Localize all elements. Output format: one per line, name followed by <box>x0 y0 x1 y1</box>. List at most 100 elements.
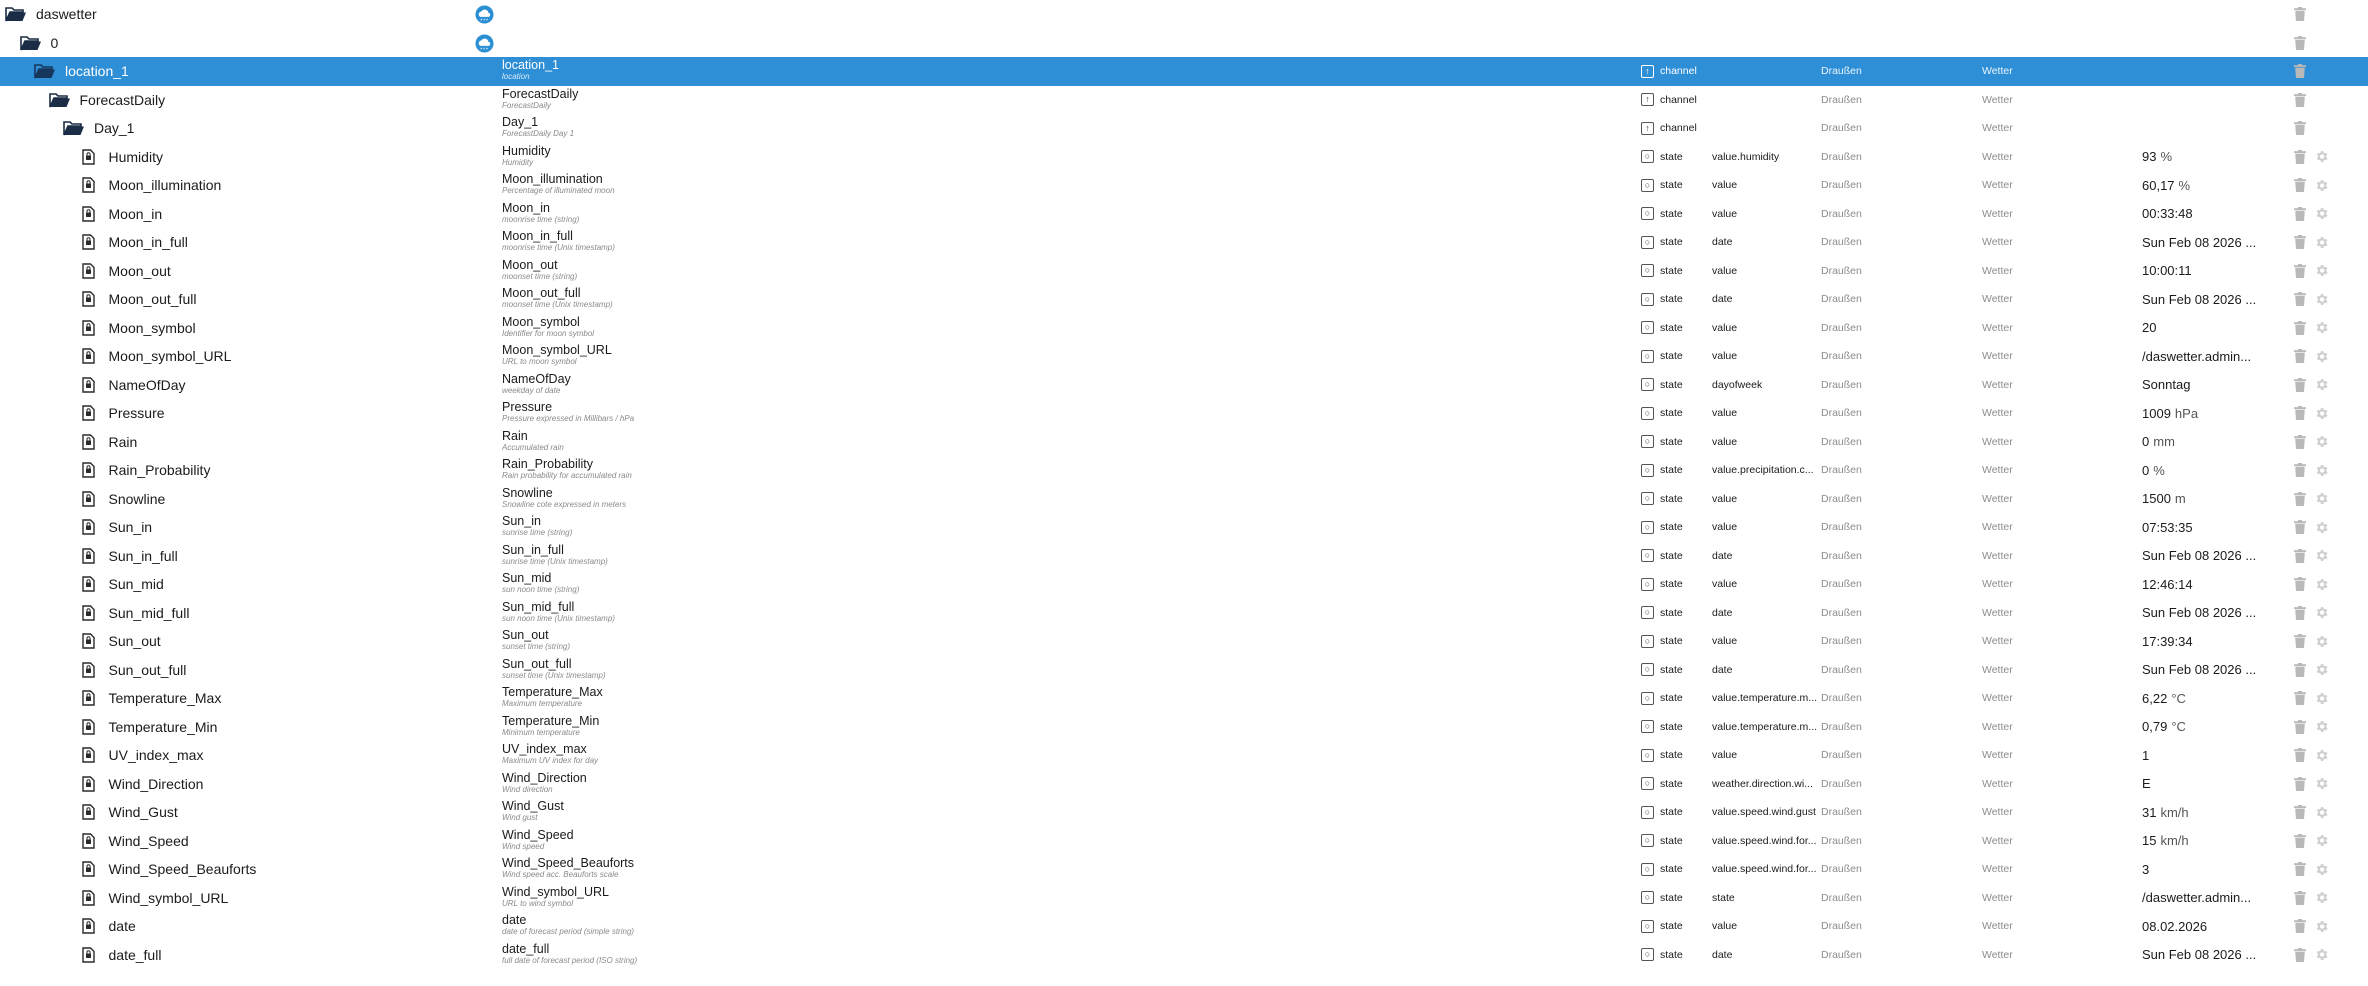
tree-row[interactable]: Pressure Pressure Pressure expressed in … <box>0 399 2368 428</box>
object-function[interactable]: Wetter <box>1982 228 2013 257</box>
delete-icon[interactable] <box>2294 371 2306 400</box>
object-value[interactable]: Sun Feb 08 2026 ... <box>2142 941 2256 970</box>
object-room[interactable]: Draußen <box>1821 143 1862 172</box>
delete-icon[interactable] <box>2294 798 2306 827</box>
gear-icon[interactable] <box>2314 228 2329 257</box>
gear-icon[interactable] <box>2314 656 2329 685</box>
object-value[interactable]: Sun Feb 08 2026 ... <box>2142 599 2256 628</box>
object-room[interactable]: Draußen <box>1821 342 1862 371</box>
folder-open-icon[interactable] <box>19 33 43 53</box>
gear-icon[interactable] <box>2314 428 2329 457</box>
delete-icon[interactable] <box>2294 941 2306 970</box>
object-room[interactable]: Draußen <box>1821 257 1862 286</box>
gear-icon[interactable] <box>2314 941 2329 970</box>
delete-icon[interactable] <box>2294 285 2306 314</box>
object-value[interactable]: E <box>2142 770 2151 799</box>
object-room[interactable]: Draußen <box>1821 741 1862 770</box>
object-function[interactable]: Wetter <box>1982 912 2013 941</box>
object-function[interactable]: Wetter <box>1982 684 2013 713</box>
object-room[interactable]: Draußen <box>1821 200 1862 229</box>
gear-icon[interactable] <box>2314 200 2329 229</box>
object-room[interactable]: Draußen <box>1821 371 1862 400</box>
object-value[interactable]: 08.02.2026 <box>2142 912 2207 941</box>
object-function[interactable]: Wetter <box>1982 627 2013 656</box>
tree-row[interactable]: Sun_in_full Sun_in_full sunrise time (Un… <box>0 541 2368 571</box>
delete-icon[interactable] <box>2294 627 2306 656</box>
gear-icon[interactable] <box>2314 884 2329 913</box>
object-room[interactable]: Draußen <box>1821 827 1862 856</box>
tree-row[interactable]: Sun_mid_full Sun_mid_full sun noon time … <box>0 598 2368 628</box>
gear-icon[interactable] <box>2314 513 2329 542</box>
object-room[interactable]: Draußen <box>1821 57 1862 86</box>
object-function[interactable]: Wetter <box>1982 798 2013 827</box>
object-value[interactable]: 31 km/h <box>2142 798 2189 827</box>
gear-icon[interactable] <box>2314 371 2329 400</box>
object-function[interactable]: Wetter <box>1982 342 2013 371</box>
delete-icon[interactable] <box>2294 684 2306 713</box>
tree-row[interactable]: UV_index_max UV_index_max Maximum UV ind… <box>0 741 2368 770</box>
gear-icon[interactable] <box>2314 542 2329 571</box>
object-function[interactable]: Wetter <box>1982 86 2013 115</box>
delete-icon[interactable] <box>2294 485 2306 514</box>
tree-row[interactable]: Moon_in Moon_in moonrise time (string) ○… <box>0 199 2368 229</box>
object-value[interactable]: 0,79 °C <box>2142 713 2186 742</box>
tree-row[interactable]: Temperature_Min Temperature_Min Minimum … <box>0 712 2368 742</box>
tree-row[interactable]: Wind_Direction Wind_Direction Wind direc… <box>0 769 2368 799</box>
gear-icon[interactable] <box>2314 342 2329 371</box>
tree-row[interactable]: Wind_Speed_Beauforts Wind_Speed_Beaufort… <box>0 855 2368 884</box>
gear-icon[interactable] <box>2314 770 2329 799</box>
object-value[interactable]: /daswetter.admin... <box>2142 342 2251 371</box>
object-value[interactable]: 1500 m <box>2142 485 2186 514</box>
gear-icon[interactable] <box>2314 171 2329 200</box>
tree-row[interactable]: Moon_in_full Moon_in_full moonrise time … <box>0 228 2368 257</box>
delete-icon[interactable] <box>2294 770 2306 799</box>
object-room[interactable]: Draußen <box>1821 656 1862 685</box>
delete-icon[interactable] <box>2294 86 2306 115</box>
object-value[interactable]: Sun Feb 08 2026 ... <box>2142 542 2256 571</box>
object-value[interactable]: 12:46:14 <box>2142 570 2193 599</box>
object-value[interactable]: 17:39:34 <box>2142 627 2193 656</box>
object-value[interactable]: 1 <box>2142 741 2149 770</box>
object-value[interactable]: 3 <box>2142 855 2149 884</box>
delete-icon[interactable] <box>2294 143 2306 172</box>
object-value[interactable]: /daswetter.admin... <box>2142 884 2251 913</box>
delete-icon[interactable] <box>2294 884 2306 913</box>
gear-icon[interactable] <box>2314 456 2329 485</box>
delete-icon[interactable] <box>2294 314 2306 343</box>
gear-icon[interactable] <box>2314 798 2329 827</box>
object-room[interactable]: Draußen <box>1821 485 1862 514</box>
folder-open-icon[interactable] <box>4 4 28 24</box>
tree-row[interactable]: Sun_out_full Sun_out_full sunset time (U… <box>0 655 2368 685</box>
object-room[interactable]: Draußen <box>1821 884 1862 913</box>
object-function[interactable]: Wetter <box>1982 200 2013 229</box>
delete-icon[interactable] <box>2294 656 2306 685</box>
delete-icon[interactable] <box>2294 570 2306 599</box>
object-function[interactable]: Wetter <box>1982 855 2013 884</box>
delete-icon[interactable] <box>2294 912 2306 941</box>
delete-icon[interactable] <box>2294 399 2306 428</box>
gear-icon[interactable] <box>2314 143 2329 172</box>
object-function[interactable]: Wetter <box>1982 884 2013 913</box>
delete-icon[interactable] <box>2294 741 2306 770</box>
object-function[interactable]: Wetter <box>1982 171 2013 200</box>
object-function[interactable]: Wetter <box>1982 285 2013 314</box>
object-room[interactable]: Draußen <box>1821 171 1862 200</box>
object-value[interactable]: 1009 hPa <box>2142 399 2198 428</box>
object-room[interactable]: Draußen <box>1821 285 1862 314</box>
object-value[interactable]: Sun Feb 08 2026 ... <box>2142 656 2256 685</box>
object-function[interactable]: Wetter <box>1982 428 2013 457</box>
gear-icon[interactable] <box>2314 314 2329 343</box>
delete-icon[interactable] <box>2294 342 2306 371</box>
gear-icon[interactable] <box>2314 684 2329 713</box>
object-room[interactable]: Draußen <box>1821 855 1862 884</box>
folder-open-icon[interactable] <box>62 118 86 138</box>
delete-icon[interactable] <box>2294 428 2306 457</box>
tree-row[interactable]: Snowline Snowline Snowline cote expresse… <box>0 484 2368 514</box>
tree-row[interactable]: Moon_illumination Moon_illumination Perc… <box>0 171 2368 200</box>
delete-icon[interactable] <box>2294 542 2306 571</box>
gear-icon[interactable] <box>2314 570 2329 599</box>
tree-row[interactable]: Moon_out Moon_out moonset time (string) … <box>0 256 2368 286</box>
object-room[interactable]: Draußen <box>1821 399 1862 428</box>
folder-open-icon[interactable] <box>33 61 57 81</box>
object-value[interactable]: Sun Feb 08 2026 ... <box>2142 228 2256 257</box>
